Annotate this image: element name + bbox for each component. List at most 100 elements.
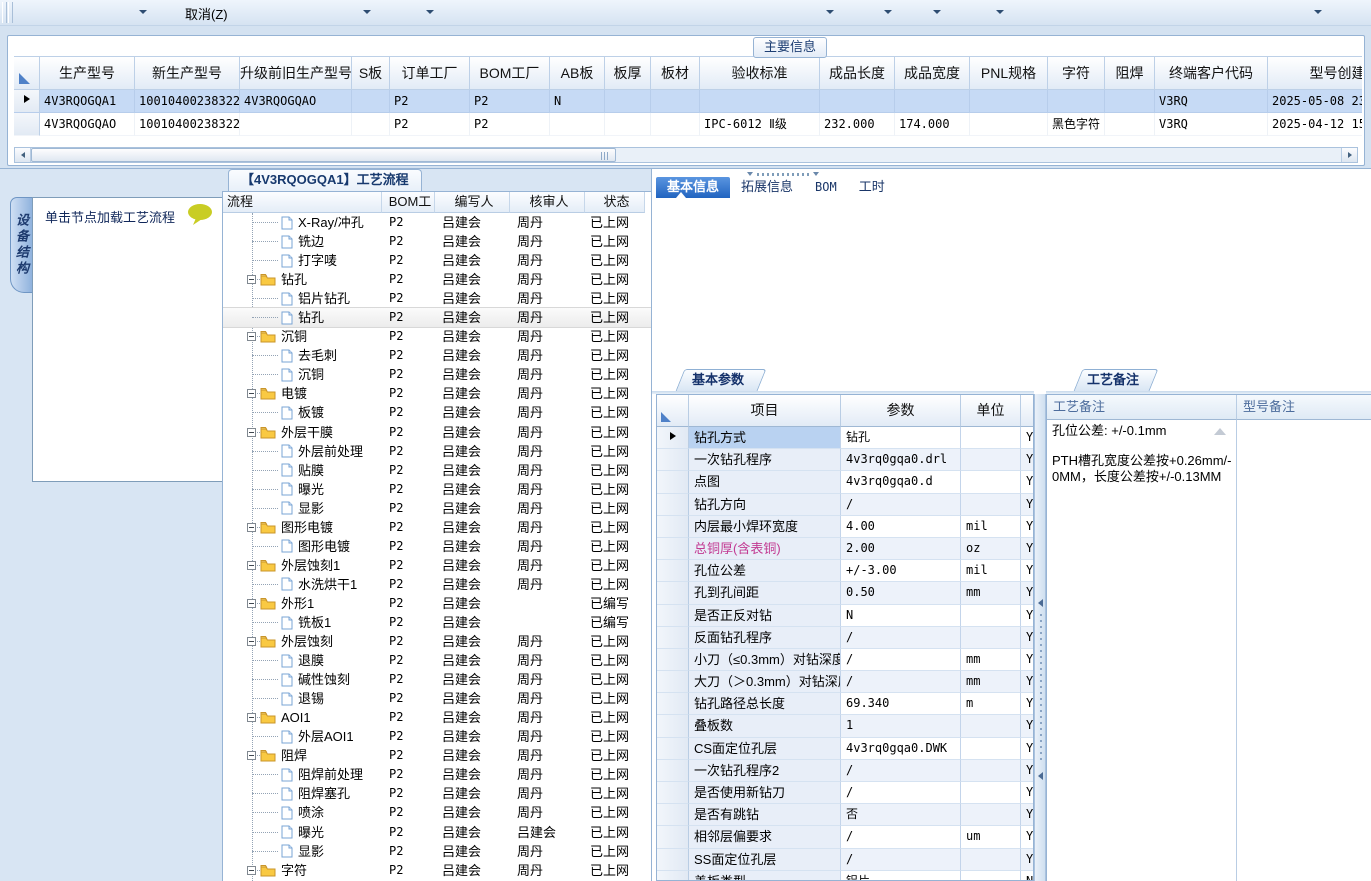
param-row[interactable]: 是否正反对钻 N Y bbox=[657, 604, 1033, 627]
hscroll-thumb[interactable] bbox=[31, 148, 616, 162]
param-row[interactable]: 盖板类型铝片 N bbox=[657, 870, 1033, 880]
dropdown-arrow-icon[interactable] bbox=[426, 10, 434, 14]
tree-node[interactable]: 去毛刺 bbox=[223, 346, 382, 365]
param-value-cell[interactable]: 钻孔 bbox=[841, 427, 961, 450]
param-value-cell[interactable]: / bbox=[841, 759, 961, 782]
tree-column-header[interactable]: 状态 bbox=[585, 192, 645, 213]
param-row[interactable]: 内层最小焊环宽度 4.00 mil Y bbox=[657, 515, 1033, 538]
param-value-cell[interactable]: 0.50 bbox=[841, 582, 961, 605]
dropdown-arrow-icon[interactable] bbox=[363, 10, 371, 14]
column-header[interactable]: 阻焊 bbox=[1105, 56, 1155, 90]
expand-minus-icon[interactable] bbox=[247, 332, 256, 342]
param-row[interactable]: 一次钻孔程序 4v3rq0gqa0.drl Y bbox=[657, 449, 1033, 472]
table-row[interactable]: 4V3RQOGQAO 10010400238322 P2 P2 IPC-6012 Ⅱ级 2… bbox=[14, 113, 1362, 136]
collapse-left-icon[interactable] bbox=[1038, 599, 1043, 607]
param-value-cell[interactable]: / bbox=[841, 648, 961, 672]
param-value-cell[interactable]: 4.00 bbox=[841, 515, 961, 538]
column-header[interactable]: PNL规格 bbox=[970, 56, 1048, 90]
dropdown-arrow-icon[interactable] bbox=[139, 10, 147, 14]
column-header[interactable]: 生产型号 bbox=[40, 56, 135, 90]
tree-column-header[interactable]: 编写人 bbox=[435, 192, 510, 213]
dropdown-arrow-icon[interactable] bbox=[996, 10, 1004, 14]
tree-node[interactable]: 外层AOI1 bbox=[223, 727, 382, 746]
tree-node[interactable]: 显影 bbox=[223, 499, 382, 518]
param-row[interactable]: 钻孔方式 钻孔 Y bbox=[657, 427, 1033, 450]
tree-node[interactable]: X-Ray/冲孔 bbox=[223, 213, 382, 232]
param-value-cell[interactable]: 69.340 bbox=[841, 693, 961, 716]
column-header[interactable]: 成品长度 bbox=[820, 56, 895, 90]
expand-minus-icon[interactable] bbox=[247, 865, 256, 875]
tab-device-structure[interactable]: 设备结构 bbox=[10, 197, 32, 293]
param-value-cell[interactable]: 4v3rq0gqa0.drl bbox=[841, 449, 961, 472]
tree-node[interactable]: 曝光 bbox=[223, 480, 382, 499]
expand-minus-icon[interactable] bbox=[247, 560, 256, 570]
tree-node[interactable]: 图形电镀 bbox=[223, 537, 382, 556]
param-value-cell[interactable]: N bbox=[841, 604, 961, 627]
scroll-left-icon[interactable] bbox=[15, 148, 31, 162]
column-header[interactable]: 板材 bbox=[651, 56, 700, 90]
column-header[interactable]: 型号创建 bbox=[1268, 56, 1362, 90]
collapse-left-icon[interactable] bbox=[1038, 772, 1043, 780]
dropdown-arrow-icon[interactable] bbox=[1314, 10, 1322, 14]
column-header[interactable]: 字符 bbox=[1048, 56, 1105, 90]
tab-拓展信息[interactable]: 拓展信息 bbox=[730, 177, 804, 198]
tree-node[interactable]: 钻孔 bbox=[223, 308, 382, 327]
param-value-cell[interactable]: / bbox=[841, 493, 961, 516]
tree-node[interactable]: 打字唛 bbox=[223, 251, 382, 270]
tree-node[interactable]: 显影 bbox=[223, 842, 382, 861]
param-row[interactable]: 大刀（＞0.3mm）对钻深度 / mm Y bbox=[657, 671, 1033, 694]
tree-node[interactable]: AOI1 bbox=[223, 708, 382, 727]
expand-minus-icon[interactable] bbox=[247, 522, 256, 532]
toolbar-grip[interactable] bbox=[2, 2, 7, 23]
tree-node[interactable]: 贴膜 bbox=[223, 461, 382, 480]
param-value-cell[interactable]: 4v3rq0gqa0.d bbox=[841, 471, 961, 494]
tree-node[interactable]: 阻焊前处理 bbox=[223, 765, 382, 784]
tab-basic-params[interactable]: 基本参数 bbox=[674, 369, 767, 391]
tree-node[interactable]: 图形电镀 bbox=[223, 518, 382, 537]
tree-node[interactable]: 沉铜 bbox=[223, 327, 382, 346]
dropdown-arrow-icon[interactable] bbox=[933, 10, 941, 14]
tree-node[interactable]: 板镀 bbox=[223, 403, 382, 422]
param-value-cell[interactable]: / bbox=[841, 671, 961, 694]
scroll-right-icon[interactable] bbox=[1341, 148, 1357, 162]
tree-node[interactable]: 阻焊 bbox=[223, 746, 382, 765]
param-column-header[interactable]: 参数 bbox=[841, 395, 961, 427]
process-note-cell[interactable]: 孔位公差: +/-0.1mm PTH槽孔宽度公差按+0.26mm/-0MM，长度… bbox=[1047, 420, 1237, 881]
tab-BOM[interactable]: BOM bbox=[804, 177, 848, 198]
device-tree-panel[interactable]: 单击节点加载工艺流程 bbox=[32, 197, 229, 482]
param-row[interactable]: SS面定位孔层 / Y bbox=[657, 848, 1033, 871]
param-row[interactable]: 钻孔方向 / Y bbox=[657, 493, 1033, 516]
tree-node[interactable]: 水洗烘干1 bbox=[223, 575, 382, 594]
tree-node[interactable]: 钻孔 bbox=[223, 270, 382, 289]
param-row[interactable]: 孔位公差 +/-3.00 mil Y bbox=[657, 560, 1033, 583]
param-column-header[interactable]: 项目 bbox=[689, 395, 841, 427]
tree-node[interactable]: 外层前处理 bbox=[223, 442, 382, 461]
tree-node[interactable]: 铝片钻孔 bbox=[223, 289, 382, 308]
tree-node[interactable]: 铣边 bbox=[223, 232, 382, 251]
tree-node[interactable]: 铣板1 bbox=[223, 613, 382, 632]
param-value-cell[interactable]: / bbox=[841, 826, 961, 849]
column-header[interactable]: 板厚 bbox=[605, 56, 651, 90]
param-row[interactable]: 叠板数 1 Y bbox=[657, 715, 1033, 738]
expand-minus-icon[interactable] bbox=[247, 389, 256, 399]
column-header[interactable]: 订单工厂 bbox=[390, 56, 470, 90]
param-row[interactable]: 孔到孔间距 0.50 mm Y bbox=[657, 582, 1033, 605]
tree-column-header[interactable]: 流程 bbox=[223, 192, 382, 213]
param-row[interactable]: 反面钻孔程序 / Y bbox=[657, 626, 1033, 649]
tree-node[interactable]: 碱性蚀刻 bbox=[223, 670, 382, 689]
param-value-cell[interactable]: / bbox=[841, 782, 961, 805]
dropdown-arrow-icon[interactable] bbox=[884, 10, 892, 14]
param-row[interactable]: 是否使用新钻刀 / Y bbox=[657, 782, 1033, 805]
tree-node[interactable]: 阻焊塞孔 bbox=[223, 784, 382, 803]
param-value-cell[interactable]: 4v3rq0gqa0.DWK bbox=[841, 737, 961, 760]
toolbar-grip[interactable] bbox=[8, 2, 13, 23]
tree-node[interactable]: 外层蚀刻 bbox=[223, 632, 382, 651]
param-value-cell[interactable]: / bbox=[841, 848, 961, 871]
expand-minus-icon[interactable] bbox=[247, 598, 256, 608]
expand-minus-icon[interactable] bbox=[247, 713, 256, 723]
cancel-menu-item[interactable]: 取消(Z) bbox=[185, 4, 228, 23]
table-row[interactable]: 4V3RQOGQA1 10010400238322 4V3RQOGQAO P2 P2 N V… bbox=[14, 90, 1362, 113]
column-header[interactable]: AB板 bbox=[550, 56, 605, 90]
param-row[interactable]: 相邻层偏要求 / um Y bbox=[657, 826, 1033, 849]
column-header[interactable]: 升级前旧生产型号 bbox=[240, 56, 352, 90]
